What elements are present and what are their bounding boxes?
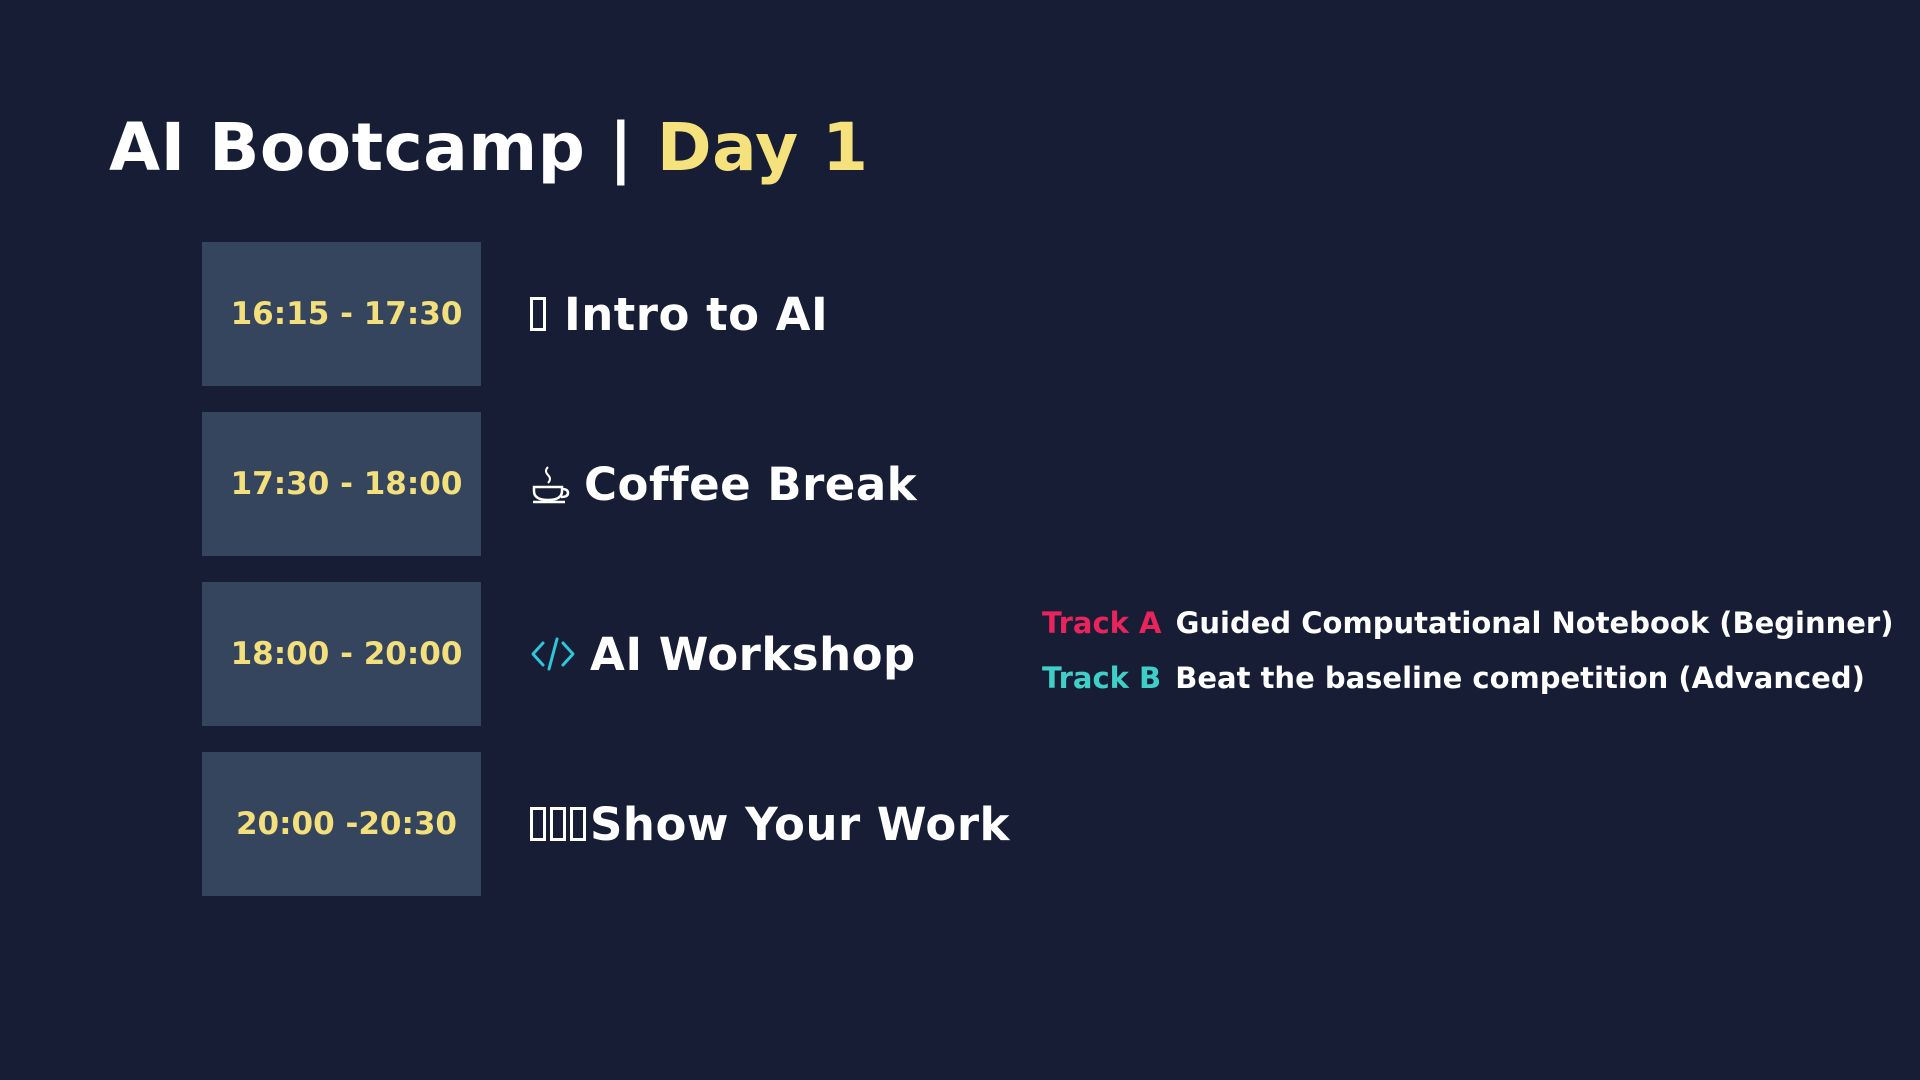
time-slot-4: 20:00 -20:30: [202, 752, 481, 896]
code-brackets-icon: [530, 634, 576, 674]
time-label: 18:00 - 20:00: [230, 636, 463, 672]
slide: AI Bootcamp | Day 1 16:15 - 17:30 Intro …: [0, 0, 1920, 1080]
page-title: AI Bootcamp | Day 1: [109, 108, 869, 188]
time-slot-2: 17:30 - 18:00: [202, 412, 481, 556]
time-label: 20:00 -20:30: [235, 806, 457, 842]
title-accent: Day 1: [656, 109, 869, 186]
time-label: 17:30 - 18:00: [230, 466, 463, 502]
session-title: AI Workshop: [590, 627, 916, 681]
missing-glyph-icon: [530, 807, 590, 841]
missing-glyph-icon: [530, 297, 550, 331]
track-a-description: Guided Computational Notebook (Beginner): [1175, 606, 1894, 640]
title-main: AI Bootcamp |: [109, 109, 657, 186]
coffee-cup-icon: [530, 463, 570, 505]
session-title: Intro to AI: [564, 287, 829, 341]
session-coffee-break: Coffee Break: [530, 412, 917, 556]
track-b: Track B Beat the baseline competition (A…: [1042, 651, 1893, 706]
session-title: Coffee Break: [584, 457, 918, 511]
time-label: 16:15 - 17:30: [230, 296, 463, 332]
track-a: Track A Guided Computational Notebook (B…: [1042, 596, 1893, 651]
track-b-description: Beat the baseline competition (Advanced): [1175, 661, 1865, 695]
time-slot-1: 16:15 - 17:30: [202, 242, 481, 386]
session-show-your-work: Show Your Work: [530, 752, 1010, 896]
session-title: Show Your Work: [590, 797, 1010, 851]
session-intro-to-ai: Intro to AI: [530, 242, 828, 386]
track-b-label: Track B: [1042, 661, 1162, 695]
track-a-label: Track A: [1042, 606, 1162, 640]
workshop-tracks: Track A Guided Computational Notebook (B…: [1042, 596, 1893, 706]
time-slot-3: 18:00 - 20:00: [202, 582, 481, 726]
session-ai-workshop: AI Workshop: [530, 582, 916, 726]
